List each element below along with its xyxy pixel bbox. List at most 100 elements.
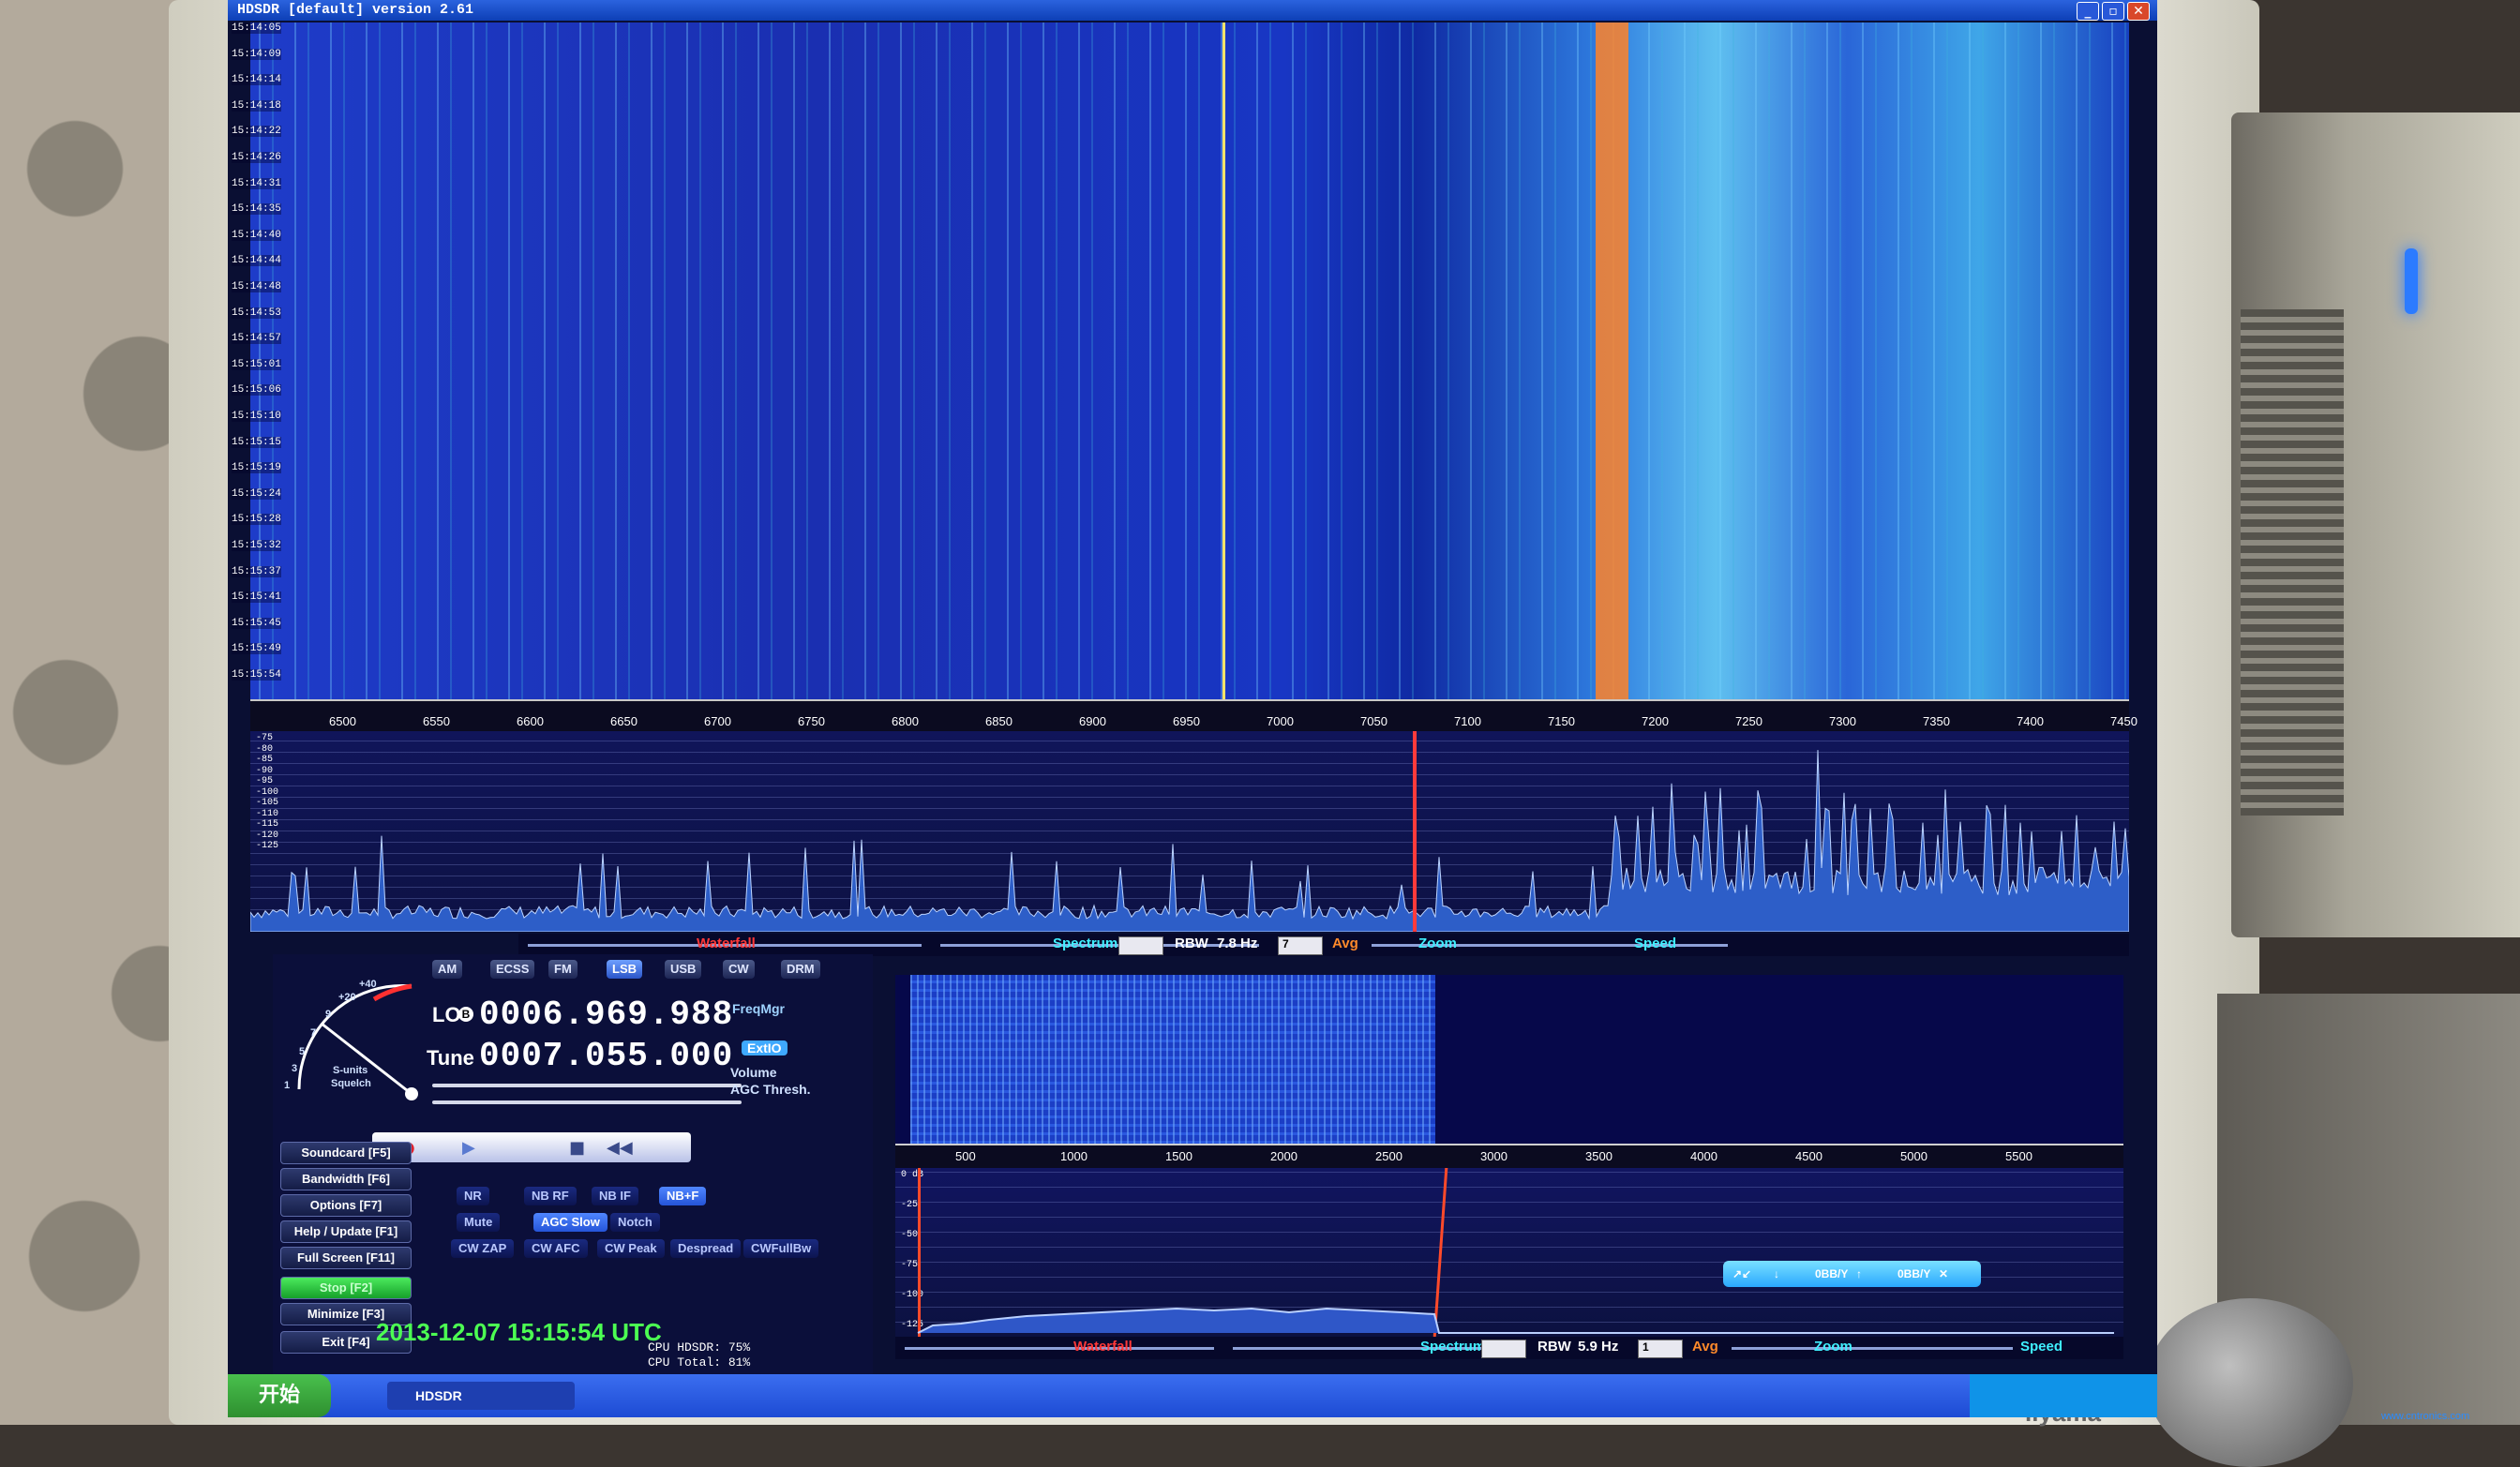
audio-waterfall-signal — [910, 975, 1435, 1144]
rbw-value: 7.8 Hz — [1217, 936, 1258, 951]
dsp-agc-slow-button[interactable]: AGC Slow — [533, 1213, 608, 1232]
audio-speed-label: Speed — [2020, 1339, 2063, 1355]
waterfall-label: Waterfall — [697, 936, 756, 951]
lo-badge[interactable]: B — [458, 1007, 473, 1022]
audio-waterfall-label: Waterfall — [1073, 1339, 1132, 1355]
spectrum-label: Spectrum — [1053, 936, 1118, 951]
audio-toolbar: ↗↙ ↓ 0BB/Y ↑ 0BB/Y ✕ — [1723, 1261, 1981, 1287]
window-titlebar[interactable]: HDSDR [default] version 2.61 _ ▫ ✕ — [228, 0, 2157, 21]
waterfall-timestamp: 15:15:01 — [232, 358, 281, 370]
stop-icon[interactable]: ■ — [569, 1138, 585, 1158]
dsp-mute-button[interactable]: Mute — [457, 1213, 501, 1232]
waterfall-timestamp: 15:15:19 — [232, 462, 281, 474]
waterfall-timestamp: 15:15:28 — [232, 514, 281, 526]
agc-thresh-slider[interactable] — [432, 1100, 742, 1104]
mode-am-button[interactable]: AM — [432, 960, 463, 979]
audio-frequency-tick: 500 — [955, 1149, 976, 1163]
audio-waterfall-slider[interactable] — [905, 1347, 1214, 1350]
s-meter-7: 7 — [310, 1027, 317, 1039]
waterfall-timestamp: 15:14:26 — [232, 152, 281, 163]
frequency-tick-label: 6950 — [1173, 714, 1200, 728]
audio-tool-3[interactable]: ↑ — [1856, 1261, 1862, 1287]
control-panel: +40 +20 9 7 5 3 1 S-units Squelch AM ECSS… — [273, 954, 873, 1385]
audio-tool-0[interactable]: ↗↙ — [1732, 1261, 1751, 1287]
audio-frequency-tick: 5000 — [1900, 1149, 1928, 1163]
stop-button[interactable]: Stop [F2] — [280, 1277, 412, 1299]
audio-avg-select[interactable]: 1 — [1638, 1340, 1683, 1358]
help-update-button[interactable]: Help / Update [F1] — [280, 1220, 412, 1243]
audio-frequency-tick: 5500 — [2005, 1149, 2032, 1163]
audio-zoom-slider[interactable] — [1732, 1347, 2013, 1350]
waterfall-timestamp: 15:14:57 — [232, 333, 281, 345]
minimize-window-button[interactable]: _ — [2077, 2, 2099, 21]
s-meter-9: 9 — [325, 1009, 332, 1020]
dsp-cwfullbw-button[interactable]: CWFullBw — [743, 1239, 819, 1258]
audio-tool-2[interactable]: 0BB/Y — [1815, 1261, 1848, 1287]
frequency-tick-label: 6650 — [610, 714, 638, 728]
waterfall-timestamp: 15:14:40 — [232, 229, 281, 241]
pc-power-led — [2405, 248, 2418, 314]
rf-waterfall[interactable] — [250, 22, 2129, 699]
dsp-nb-if-button[interactable]: NB IF — [592, 1187, 638, 1205]
taskbar-item-hdsdr[interactable]: HDSDR — [387, 1382, 575, 1410]
tune-label: Tune — [427, 1046, 474, 1070]
audio-spectrum-label: Spectrum — [1420, 1339, 1486, 1355]
dsp-despread-button[interactable]: Despread — [670, 1239, 742, 1258]
bandwidth-button[interactable]: Bandwidth [F6] — [280, 1168, 412, 1190]
rewind-icon[interactable]: ◀◀ — [607, 1138, 633, 1158]
tune-marker[interactable] — [1413, 731, 1417, 932]
freqmgr-button[interactable]: FreqMgr — [732, 1001, 785, 1016]
rbw-label: RBW — [1175, 936, 1208, 951]
audio-waterfall[interactable] — [895, 975, 2123, 1144]
dsp-notch-button[interactable]: Notch — [610, 1213, 660, 1232]
frequency-tick-label: 7300 — [1829, 714, 1856, 728]
mode-lsb-button[interactable]: LSB — [607, 960, 642, 979]
dsp-cw-afc-button[interactable]: CW AFC — [524, 1239, 588, 1258]
audio-tool-5[interactable]: ✕ — [1939, 1261, 1948, 1287]
audio-scroll-box[interactable] — [1481, 1340, 1526, 1358]
start-button[interactable]: 开始 — [228, 1374, 331, 1417]
audio-frequency-tick: 4500 — [1795, 1149, 1822, 1163]
taskbar: 开始 HDSDR — [228, 1374, 2157, 1417]
mode-ecss-button[interactable]: ECSS — [490, 960, 535, 979]
frequency-tick-label: 6800 — [892, 714, 919, 728]
mode-usb-button[interactable]: USB — [665, 960, 702, 979]
system-tray[interactable] — [1970, 1374, 2157, 1417]
options-button[interactable]: Options [F7] — [280, 1194, 412, 1217]
volume-slider[interactable] — [432, 1084, 742, 1087]
play-icon[interactable]: ▶ — [462, 1138, 475, 1158]
mode-drm-button[interactable]: DRM — [781, 960, 820, 979]
full-screen-button[interactable]: Full Screen [F11] — [280, 1247, 412, 1269]
maximize-window-button[interactable]: ▫ — [2102, 2, 2124, 21]
audio-tool-4[interactable]: 0BB/Y — [1898, 1261, 1930, 1287]
close-window-button[interactable]: ✕ — [2127, 2, 2150, 21]
dsp-cw-zap-button[interactable]: CW ZAP — [451, 1239, 515, 1258]
avg-select[interactable]: 7 — [1278, 936, 1323, 955]
frequency-tick-label: 7150 — [1548, 714, 1575, 728]
waterfall-carrier-line — [1222, 22, 1225, 699]
time-display: 15:15:54 UTC — [507, 1318, 662, 1346]
mode-cw-button[interactable]: CW — [723, 960, 755, 979]
audio-tool-1[interactable]: ↓ — [1774, 1261, 1779, 1287]
audio-spectrum-trace — [917, 1307, 2114, 1334]
tune-frequency[interactable]: 0007.055.000 — [479, 1037, 733, 1075]
mode-fm-button[interactable]: FM — [548, 960, 578, 979]
lo-frequency[interactable]: 0006.969.988 — [479, 995, 733, 1034]
dsp-nr-button[interactable]: NR — [457, 1187, 489, 1205]
spectrum-scroll-box[interactable] — [1118, 936, 1163, 955]
waterfall-timestamp: 15:15:15 — [232, 436, 281, 448]
spectrum-trace — [250, 750, 2129, 932]
waterfall-timestamp: 15:14:35 — [232, 203, 281, 216]
lo-label: LO — [432, 1003, 461, 1026]
waterfall-timestamp: 15:15:10 — [232, 411, 281, 422]
extio-button[interactable]: ExtIO — [742, 1040, 788, 1055]
frequency-tick-label: 6600 — [517, 714, 544, 728]
dsp-nb-f-button[interactable]: NB+F — [659, 1187, 707, 1205]
dsp-cw-peak-button[interactable]: CW Peak — [597, 1239, 665, 1258]
audio-spectrum[interactable]: 0 dB -25 -50 -75 -100 -125 — [895, 1168, 2123, 1337]
soundcard-button[interactable]: Soundcard [F5] — [280, 1142, 412, 1164]
rf-frequency-axis[interactable]: 6500 6550 6600 6650 6700 6750 6800 6850 6900 6950… — [250, 699, 2138, 733]
rf-spectrum[interactable]: -75 -80 -85 -90 -95 -100 -105 -110 -115 -120 -125 — [250, 731, 2129, 932]
waterfall-timestamp: 15:14:53 — [232, 307, 281, 319]
dsp-nb-rf-button[interactable]: NB RF — [524, 1187, 577, 1205]
